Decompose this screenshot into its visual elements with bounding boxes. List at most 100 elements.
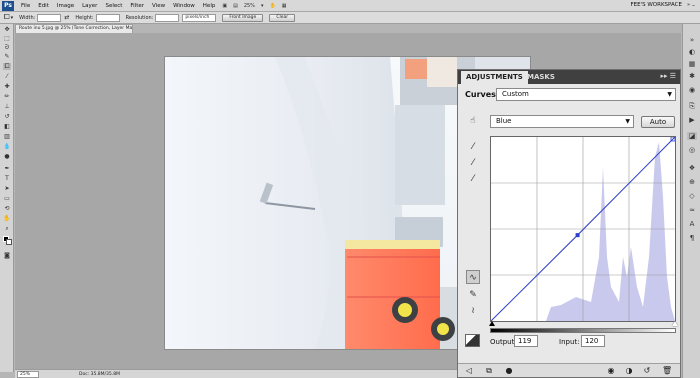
bridge-icon[interactable]: ▣ (219, 3, 230, 9)
character-panel-icon[interactable]: ¶ (687, 234, 697, 242)
tab-masks[interactable]: MASKS (522, 71, 560, 84)
hand-tool-icon[interactable]: ✋ (3, 215, 11, 222)
panel-menu-icon[interactable]: ▸▸ ☰ (660, 72, 676, 80)
curve-edit-points-icon[interactable]: ∿ (466, 270, 480, 284)
width-label: Width: (19, 14, 36, 21)
path-selection-tool-icon[interactable]: ➤ (3, 185, 11, 192)
channel-select[interactable]: Blue ▼ (490, 115, 634, 128)
brush-panel-icon[interactable]: ≈ (687, 206, 697, 214)
clear-button[interactable]: Clear (269, 13, 296, 22)
brush-tool-icon[interactable]: ✏ (3, 93, 11, 100)
color-panel-icon[interactable]: ◐ (687, 48, 697, 56)
visibility-eye-icon[interactable]: ◉ (606, 366, 616, 376)
dodge-tool-icon[interactable]: ● (3, 153, 11, 160)
lasso-tool-icon[interactable]: ᘐ (3, 44, 11, 51)
front-image-button[interactable]: Front Image (222, 13, 264, 22)
adjustment-title: Curves (465, 90, 496, 99)
quick-select-tool-icon[interactable]: ✎ (3, 53, 11, 60)
black-point-slider[interactable] (489, 321, 495, 326)
menu-help[interactable]: Help (199, 3, 220, 9)
eyedropper-tool-icon[interactable]: ⁄ (3, 73, 11, 80)
smooth-curve-icon[interactable]: ≀ (466, 304, 480, 318)
3d-panel-icon[interactable]: ◉ (687, 86, 697, 94)
healing-brush-tool-icon[interactable]: ✚ (3, 83, 11, 90)
curves-graph[interactable] (490, 136, 676, 322)
delete-icon[interactable]: 🗑 (662, 366, 672, 376)
workspace-switcher[interactable]: FEE'S WORKSPACE (631, 2, 683, 8)
masks-panel-icon[interactable]: ◎ (687, 146, 697, 154)
menu-image[interactable]: Image (53, 3, 78, 9)
height-field[interactable] (95, 13, 120, 22)
clip-to-layer-icon[interactable]: ● (504, 366, 514, 376)
menu-file[interactable]: File (17, 3, 34, 9)
menu-edit[interactable]: Edit (34, 3, 53, 9)
menu-view[interactable]: View (148, 3, 169, 9)
return-to-list-icon[interactable]: ◁ (464, 366, 474, 376)
auto-button[interactable]: Auto (641, 116, 675, 128)
clone-stamp-tool-icon[interactable]: ⊥ (3, 103, 11, 110)
targeted-adjustment-icon[interactable]: ☝ (466, 114, 480, 128)
resolution-field[interactable] (155, 13, 180, 22)
document-tab[interactable]: Route inu 5.jpg @ 25% (Tone Correction, … (15, 24, 133, 33)
tool-preset-chevron-icon[interactable]: ▾ (11, 15, 14, 21)
3d-rotate-tool-icon[interactable]: ⟲ (3, 205, 11, 212)
minimize-icon[interactable]: – (689, 1, 698, 10)
history-brush-tool-icon[interactable]: ↺ (3, 113, 11, 120)
preset-select[interactable]: Custom ▼ (496, 88, 676, 101)
crop-tool-icon[interactable]: ⧠ (3, 63, 11, 70)
move-tool-icon[interactable]: ✥ (3, 26, 11, 33)
tab-adjustments[interactable]: ADJUSTMENTS (461, 71, 528, 84)
zoom-level[interactable]: 25% (241, 3, 258, 9)
output-field[interactable]: 119 (514, 335, 538, 347)
crop-tool-icon[interactable]: ⧠ (4, 13, 10, 22)
gray-point-eyedropper-icon[interactable]: ⁄ (466, 156, 480, 170)
white-point-eyedropper-icon[interactable]: ⁄ (466, 172, 480, 186)
menu-layer[interactable]: Layer (78, 3, 101, 9)
actions-panel-icon[interactable]: ▶ (687, 116, 697, 124)
arrange-icon[interactable]: ▦ (279, 3, 290, 9)
gradient-tool-icon[interactable]: ▥ (3, 133, 11, 140)
swatches-panel-icon[interactable]: ▦ (687, 60, 697, 68)
quick-mask-icon[interactable]: ◙ (3, 252, 11, 259)
history-panel-icon[interactable]: ⎘ (687, 102, 697, 110)
hand-icon[interactable]: ✋ (266, 3, 278, 9)
blur-tool-icon[interactable]: 💧 (3, 143, 11, 150)
zoom-chevron-icon[interactable]: ▾ (258, 3, 267, 9)
type-tool-icon[interactable]: T (3, 175, 11, 182)
document-info[interactable]: Doc: 35.8M/35.8M (79, 372, 120, 377)
resolution-unit-select[interactable]: pixels/inch (182, 13, 217, 22)
input-field[interactable]: 120 (581, 335, 605, 347)
white-point-slider[interactable] (672, 321, 678, 326)
width-field[interactable] (37, 13, 62, 22)
styles-panel-icon[interactable]: ✱ (687, 72, 697, 80)
reset-icon[interactable]: ↺ (642, 366, 652, 376)
curve-control-point[interactable] (575, 233, 580, 238)
clone-source-icon[interactable]: A (687, 220, 697, 228)
marquee-tool-icon[interactable]: ⬚ (3, 35, 11, 42)
menu-window[interactable]: Window (169, 3, 199, 9)
menu-filter[interactable]: Filter (126, 3, 148, 9)
dock-collapse-icon[interactable]: » (687, 36, 697, 44)
background-color-swatch[interactable] (6, 239, 12, 245)
pen-tool-icon[interactable]: ✒ (3, 165, 11, 172)
view-previous-icon[interactable]: ◑ (624, 366, 634, 376)
expanded-view-icon[interactable]: ⧉ (484, 366, 494, 376)
channels-panel-icon[interactable]: ⊕ (687, 178, 697, 186)
tools-panel: ✥ ⬚ ᘐ ✎ ⧠ ⁄ ✚ ✏ ⊥ ↺ ◧ ▥ 💧 ● ✒ T ➤ ▭ ⟲ ✋ … (0, 24, 14, 372)
layers-panel-icon[interactable]: ❖ (687, 164, 697, 172)
zoom-tool-icon[interactable]: ⌕ (3, 225, 11, 232)
adjustments-panel-icon[interactable]: ◪ (687, 132, 697, 140)
histogram (546, 142, 675, 321)
swap-icon[interactable]: ⇄ (64, 14, 69, 21)
curves-chart (490, 136, 676, 322)
pencil-draw-icon[interactable]: ✎ (466, 288, 480, 302)
black-point-eyedropper-icon[interactable]: ⁄ (466, 140, 480, 154)
shape-tool-icon[interactable]: ▭ (3, 195, 11, 202)
menu-select[interactable]: Select (101, 3, 126, 9)
minibridge-icon[interactable]: ▤ (230, 3, 241, 9)
clipping-warning-icon[interactable] (465, 334, 480, 347)
paths-panel-icon[interactable]: ◇ (687, 192, 697, 200)
input-gradient-bar (490, 328, 676, 333)
eraser-tool-icon[interactable]: ◧ (3, 123, 11, 130)
status-zoom-field[interactable]: 25% (17, 370, 39, 378)
